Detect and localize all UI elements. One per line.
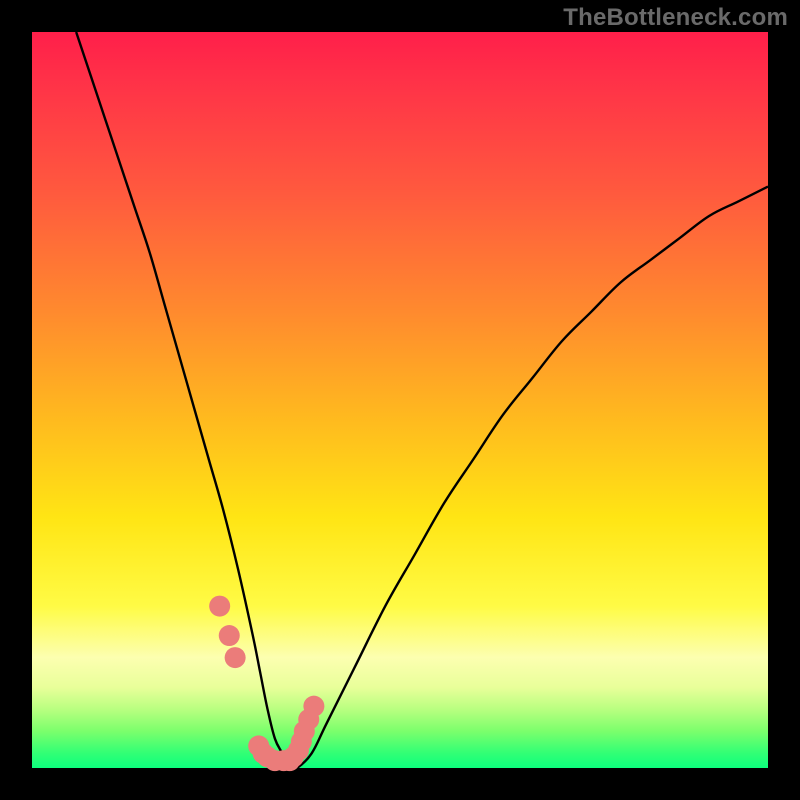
- plot-area: [32, 32, 768, 768]
- chart-frame: TheBottleneck.com: [0, 0, 800, 800]
- watermark-text: TheBottleneck.com: [563, 4, 788, 32]
- bottleneck-curve: [76, 32, 768, 770]
- marker-dot: [209, 596, 230, 617]
- curve-markers: [209, 596, 324, 772]
- marker-dot: [225, 647, 246, 668]
- marker-dot: [219, 625, 240, 646]
- marker-dot: [303, 696, 324, 717]
- bottleneck-curve-svg: [32, 32, 768, 768]
